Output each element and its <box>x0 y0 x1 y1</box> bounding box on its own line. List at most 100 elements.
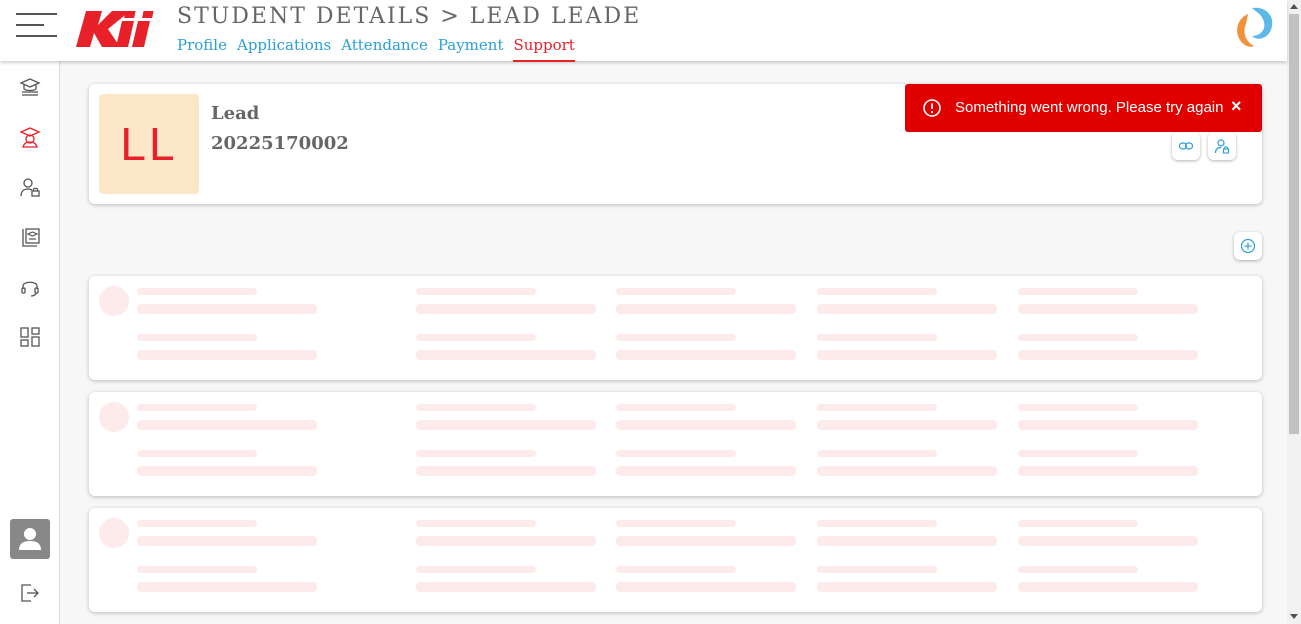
skeleton-line <box>616 420 796 430</box>
hamburger-menu-icon[interactable] <box>16 13 60 39</box>
scroll-down-arrow-icon[interactable] <box>1290 614 1298 619</box>
tab-applications[interactable]: Applications <box>237 36 331 62</box>
skeleton-line <box>616 304 796 314</box>
student-initials-avatar: LL <box>99 94 199 194</box>
skeleton-line <box>1018 566 1138 573</box>
skeleton-line <box>137 304 317 314</box>
headset-icon[interactable] <box>19 276 41 298</box>
skeleton-line <box>416 582 596 592</box>
skeleton-line <box>1018 536 1198 546</box>
skeleton-line <box>817 450 937 457</box>
tab-profile[interactable]: Profile <box>177 36 227 62</box>
skeleton-line <box>416 450 536 457</box>
skeleton-line <box>817 566 937 573</box>
skeleton-line <box>416 466 596 476</box>
skeleton-line <box>817 420 997 430</box>
user-lock-icon[interactable] <box>19 176 41 198</box>
skeleton-line <box>137 536 317 546</box>
skeleton-line <box>1018 520 1138 527</box>
skeleton-line <box>137 450 257 457</box>
skeleton-line <box>137 566 257 573</box>
skeleton-line <box>817 288 937 295</box>
skeleton-line <box>137 350 317 360</box>
sidebar <box>0 61 60 624</box>
dashboard-grid-icon[interactable] <box>19 326 41 348</box>
skeleton-avatar <box>99 518 129 548</box>
scroll-up-arrow-icon[interactable] <box>1290 4 1298 9</box>
courses-icon[interactable] <box>19 76 41 98</box>
skeleton-avatar <box>99 286 129 316</box>
toast-message: Something went wrong. Please try again <box>955 99 1224 116</box>
link-icon <box>1178 142 1194 150</box>
error-toast: Something went wrong. Please try again × <box>905 84 1262 132</box>
plus-circle-icon <box>1240 238 1256 254</box>
student-id: 20225170002 <box>211 133 349 154</box>
skeleton-line <box>416 304 596 314</box>
skeleton-line <box>1018 304 1198 314</box>
user-settings-button[interactable] <box>1208 132 1236 160</box>
skeleton-card <box>89 276 1262 380</box>
skeleton-line <box>817 536 997 546</box>
skeleton-line <box>416 536 596 546</box>
skeleton-line <box>137 288 257 295</box>
logout-icon[interactable] <box>19 582 41 604</box>
skeleton-line <box>616 536 796 546</box>
skeleton-line <box>616 334 736 341</box>
skeleton-line <box>416 350 596 360</box>
skeleton-card <box>89 508 1262 612</box>
toast-close-icon[interactable]: × <box>1231 96 1242 117</box>
student-icon[interactable] <box>19 126 41 148</box>
skeleton-line <box>817 404 937 411</box>
skeleton-line <box>416 520 536 527</box>
page-title: STUDENT DETAILS > LEAD LEADE <box>177 4 642 29</box>
skeleton-line <box>817 582 997 592</box>
tab-support[interactable]: Support <box>513 36 575 62</box>
skeleton-line <box>817 466 997 476</box>
skeleton-line <box>1018 288 1138 295</box>
skeleton-line <box>1018 466 1198 476</box>
skeleton-line <box>1018 350 1198 360</box>
skeleton-line <box>817 334 937 341</box>
skeleton-line <box>616 450 736 457</box>
skeleton-line <box>616 288 736 295</box>
scroll-thumb[interactable] <box>1289 14 1299 434</box>
skeleton-line <box>616 566 736 573</box>
skeleton-line <box>817 520 937 527</box>
skeleton-line <box>137 466 317 476</box>
certificate-icon[interactable] <box>19 226 41 248</box>
skeleton-line <box>1018 582 1198 592</box>
tab-payment[interactable]: Payment <box>438 36 504 62</box>
skeleton-line <box>817 304 997 314</box>
user-lock-icon <box>1214 139 1230 154</box>
skeleton-line <box>137 420 317 430</box>
tab-attendance[interactable]: Attendance <box>341 36 428 62</box>
brand-swirl-icon <box>1237 7 1273 47</box>
skeleton-avatar <box>99 402 129 432</box>
link-button[interactable] <box>1172 132 1200 160</box>
skeleton-line <box>416 420 596 430</box>
kii-logo <box>76 11 154 47</box>
skeleton-line <box>616 466 796 476</box>
skeleton-line <box>137 520 257 527</box>
skeleton-line <box>137 582 317 592</box>
skeleton-line <box>1018 404 1138 411</box>
skeleton-line <box>416 566 536 573</box>
skeleton-line <box>416 334 536 341</box>
skeleton-line <box>1018 334 1138 341</box>
user-avatar-icon[interactable] <box>10 519 50 559</box>
add-ticket-button[interactable] <box>1234 232 1262 260</box>
skeleton-line <box>137 404 257 411</box>
skeleton-line <box>616 350 796 360</box>
skeleton-line <box>1018 420 1198 430</box>
skeleton-line <box>616 520 736 527</box>
skeleton-line <box>416 404 536 411</box>
skeleton-line <box>1018 450 1138 457</box>
tab-bar: Profile Applications Attendance Payment … <box>177 36 585 62</box>
skeleton-line <box>616 582 796 592</box>
skeleton-line <box>137 334 257 341</box>
student-name: Lead <box>211 103 260 124</box>
skeleton-line <box>416 288 536 295</box>
app-header: STUDENT DETAILS > LEAD LEADE Profile App… <box>0 0 1287 62</box>
alert-circle-icon <box>923 99 941 117</box>
skeleton-line <box>817 350 997 360</box>
